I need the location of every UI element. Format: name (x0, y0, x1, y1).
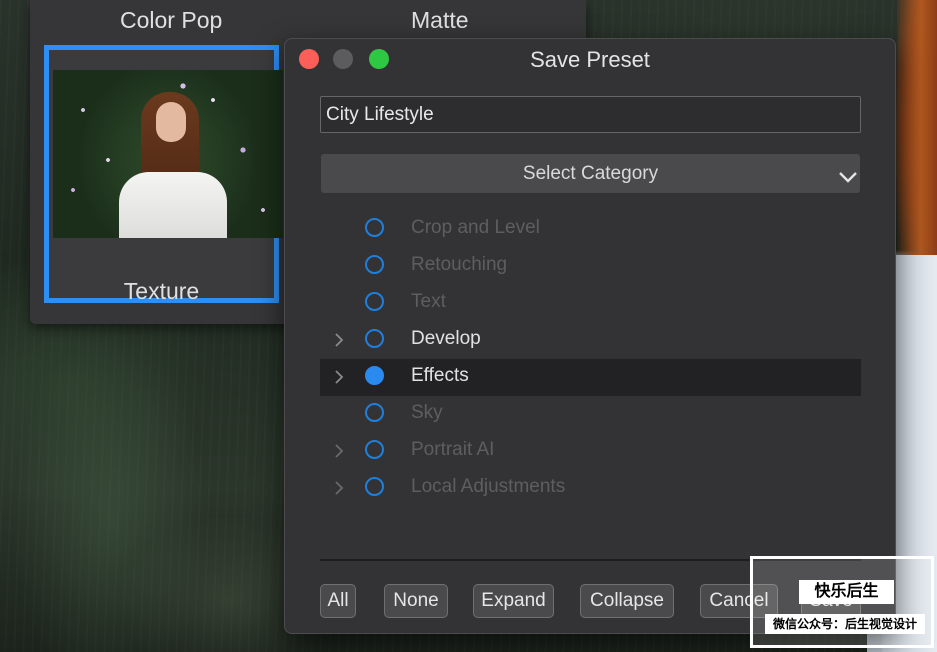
radio-effects[interactable] (365, 366, 384, 385)
chevron-right-icon[interactable] (334, 332, 344, 348)
preset-card-texture[interactable]: Texture (44, 45, 283, 304)
list-item-sky[interactable]: Sky (320, 396, 861, 433)
category-select-label: Select Category (522, 163, 659, 184)
radio-crop-and-level[interactable] (365, 218, 384, 237)
category-label: Develop (411, 328, 481, 349)
category-select[interactable]: Select Category (321, 154, 860, 193)
category-label: Retouching (411, 254, 508, 275)
none-button[interactable]: None (384, 584, 448, 618)
category-label: Effects (411, 365, 469, 386)
portrait-hair (897, 0, 937, 270)
category-list: Crop and Level Retouching Text Develop E… (320, 211, 861, 507)
thumbnail-shirt (119, 172, 227, 238)
preset-label-texture: Texture (123, 278, 200, 304)
radio-local-adjustments[interactable] (365, 477, 384, 496)
watermark-title: 快乐后生 (799, 580, 894, 604)
category-label: Crop and Level (411, 217, 540, 238)
expand-button[interactable]: Expand (473, 584, 554, 618)
chevron-right-icon[interactable] (334, 369, 344, 385)
chevron-right-icon[interactable] (334, 480, 344, 496)
list-item-text[interactable]: Text (320, 285, 861, 322)
all-button[interactable]: All (320, 584, 356, 618)
list-item-effects[interactable]: Effects (320, 359, 861, 396)
category-label: Portrait AI (411, 439, 495, 460)
category-label: Sky (411, 402, 443, 423)
collapse-button[interactable]: Collapse (580, 584, 674, 618)
list-item-crop-and-level[interactable]: Crop and Level (320, 211, 861, 248)
preset-thumbnail (53, 70, 283, 238)
thumbnail-face (156, 102, 186, 142)
chevron-right-icon[interactable] (334, 443, 344, 459)
watermark-subtitle: 微信公众号：后生视觉设计 (765, 614, 925, 634)
preset-label-color-pop[interactable]: Color Pop (120, 7, 222, 34)
preset-label-matte[interactable]: Matte (411, 7, 469, 34)
radio-sky[interactable] (365, 403, 384, 422)
save-preset-dialog: Save Preset Select Category Crop and Lev… (284, 38, 896, 634)
category-label: Text (411, 291, 446, 312)
chevron-down-icon (839, 172, 857, 183)
watermark: 快乐后生 微信公众号：后生视觉设计 (750, 556, 934, 648)
category-label: Local Adjustments (411, 476, 566, 497)
preset-name-input[interactable] (320, 96, 861, 133)
list-item-develop[interactable]: Develop (320, 322, 861, 359)
dialog-title: Save Preset (530, 47, 650, 72)
list-item-local-adjustments[interactable]: Local Adjustments (320, 470, 861, 507)
list-item-retouching[interactable]: Retouching (320, 248, 861, 285)
radio-retouching[interactable] (365, 255, 384, 274)
radio-text[interactable] (365, 292, 384, 311)
dialog-titlebar[interactable]: Save Preset (285, 39, 895, 79)
list-item-portrait-ai[interactable]: Portrait AI (320, 433, 861, 470)
radio-portrait-ai[interactable] (365, 440, 384, 459)
radio-develop[interactable] (365, 329, 384, 348)
